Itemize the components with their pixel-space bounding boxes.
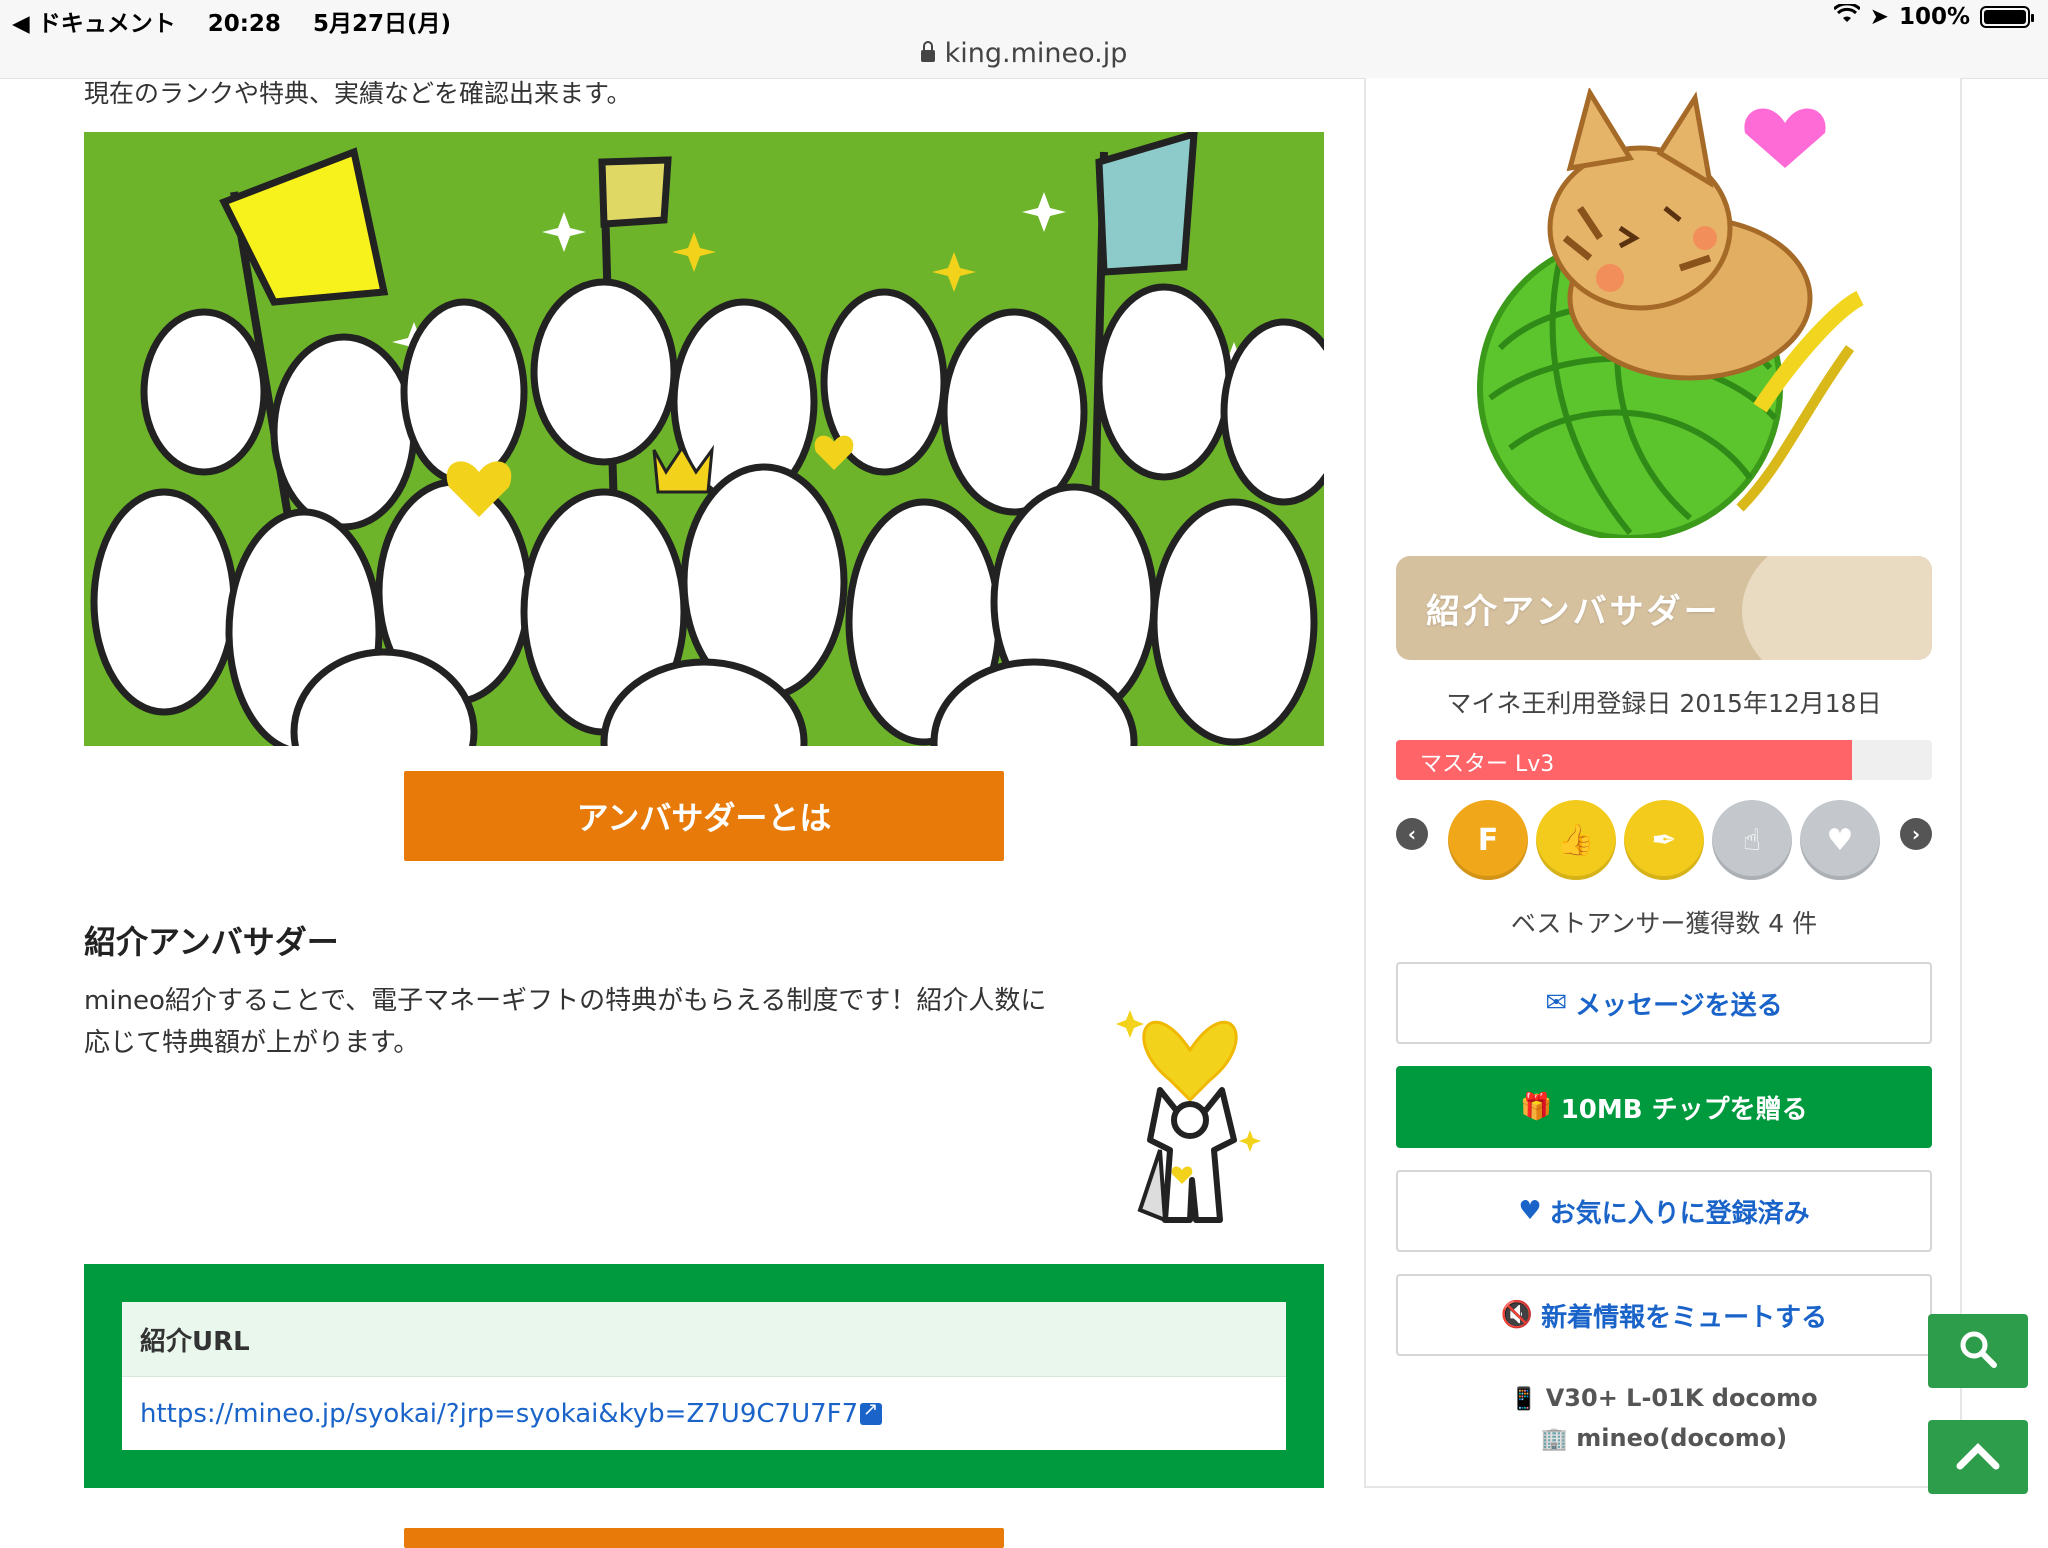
bottom-orange-button[interactable] — [404, 1528, 1004, 1548]
favorite-button[interactable]: ♥ お気に入りに登録済み — [1396, 1170, 1932, 1252]
chevron-left-icon: ‹ — [1407, 822, 1417, 846]
date: 5月27日(月) — [312, 11, 451, 37]
thumbs-up-badge-icon[interactable]: 👍 — [1536, 800, 1616, 880]
level-label: マスター Lv3 — [1420, 752, 1555, 777]
referral-heading: 紹介URL — [122, 1302, 1286, 1377]
url-text: king.mineo.jp — [944, 38, 1128, 69]
status-bar: ◀ ドキュメント 20:28 5月27日(月) ➤ 100% king.mine… — [0, 0, 2048, 79]
badge-prev-button[interactable]: ‹ — [1396, 818, 1428, 850]
rank-banner: 紹介アンバサダー — [1396, 556, 1932, 660]
search-button[interactable] — [1928, 1314, 2028, 1388]
cat-yarn-avatar — [1440, 86, 1880, 541]
envelope-icon: ✉ — [1545, 988, 1568, 1018]
heart-icon: ♥ — [1518, 1196, 1542, 1226]
external-link-icon — [860, 1399, 883, 1425]
heart-mascot-illustration — [1110, 980, 1270, 1230]
best-answer-count: ベストアンサー獲得数 4 件 — [1510, 909, 1818, 938]
hero-illustration — [84, 132, 1324, 746]
rank-label: 紹介アンバサダー — [1426, 592, 1721, 632]
about-ambassador-button[interactable]: アンバサダーとは — [404, 771, 1004, 861]
mute-button[interactable]: 🔇 新着情報をミュートする — [1396, 1274, 1932, 1356]
device-info: 📱 V30+ L-01K docomo — [1510, 1384, 1818, 1412]
badge-carousel: ‹ F 👍 ✒ ☝ ♥ › — [1396, 798, 1932, 882]
location-icon: ➤ — [1869, 4, 1889, 30]
referral-url[interactable]: https://mineo.jp/syokai/?jrp=syokai&kyb=… — [140, 1399, 858, 1429]
referral-box: 紹介URL https://mineo.jp/syokai/?jrp=syoka… — [84, 1264, 1324, 1488]
chevron-up-icon — [1956, 1440, 2000, 1474]
battery-percent: 100% — [1898, 4, 1970, 30]
referral-link[interactable]: https://mineo.jp/syokai/?jrp=syokai&kyb=… — [122, 1377, 1286, 1451]
gift-icon: 🎁 — [1520, 1092, 1553, 1122]
tap-badge-icon[interactable]: ☝ — [1712, 800, 1792, 880]
building-icon: 🏢 — [1540, 1427, 1569, 1452]
scroll-top-button[interactable] — [1928, 1420, 2028, 1494]
speaker-mute-icon: 🔇 — [1500, 1300, 1534, 1330]
url-bar[interactable]: king.mineo.jp — [0, 38, 2048, 69]
wifi-icon — [1832, 2, 1861, 30]
intro-text: 現在のランクや特典、実績などを確認出来ます。 — [84, 79, 632, 108]
section-title: 紹介アンバサダー — [84, 923, 339, 961]
registration-date: マイネ王利用登録日 2015年12月18日 — [1446, 689, 1882, 718]
battery-icon — [1980, 6, 2034, 28]
search-icon — [1958, 1329, 1998, 1373]
phone-icon: 📱 — [1510, 1387, 1538, 1412]
level-progress-bar: マスター Lv3 — [1396, 740, 1932, 780]
send-message-button[interactable]: ✉ メッセージを送る — [1396, 962, 1932, 1044]
badge-next-button[interactable]: › — [1900, 818, 1932, 850]
back-to-app[interactable]: ◀ ドキュメント — [12, 11, 176, 37]
lock-icon — [920, 41, 935, 62]
f-badge-icon[interactable]: F — [1448, 800, 1528, 880]
carrier-info: 🏢 mineo(docomo) — [1540, 1424, 1788, 1452]
send-tip-button[interactable]: 🎁 10MB チップを贈る — [1396, 1066, 1932, 1148]
chevron-right-icon: › — [1911, 822, 1921, 846]
hearts-badge-icon[interactable]: ♥ — [1800, 800, 1880, 880]
clock: 20:28 — [207, 11, 281, 37]
section-description: mineo紹介することで、電子マネーギフトの特典がもらえる制度です！紹介人数に応… — [84, 986, 1047, 1058]
pen-badge-icon[interactable]: ✒ — [1624, 800, 1704, 880]
